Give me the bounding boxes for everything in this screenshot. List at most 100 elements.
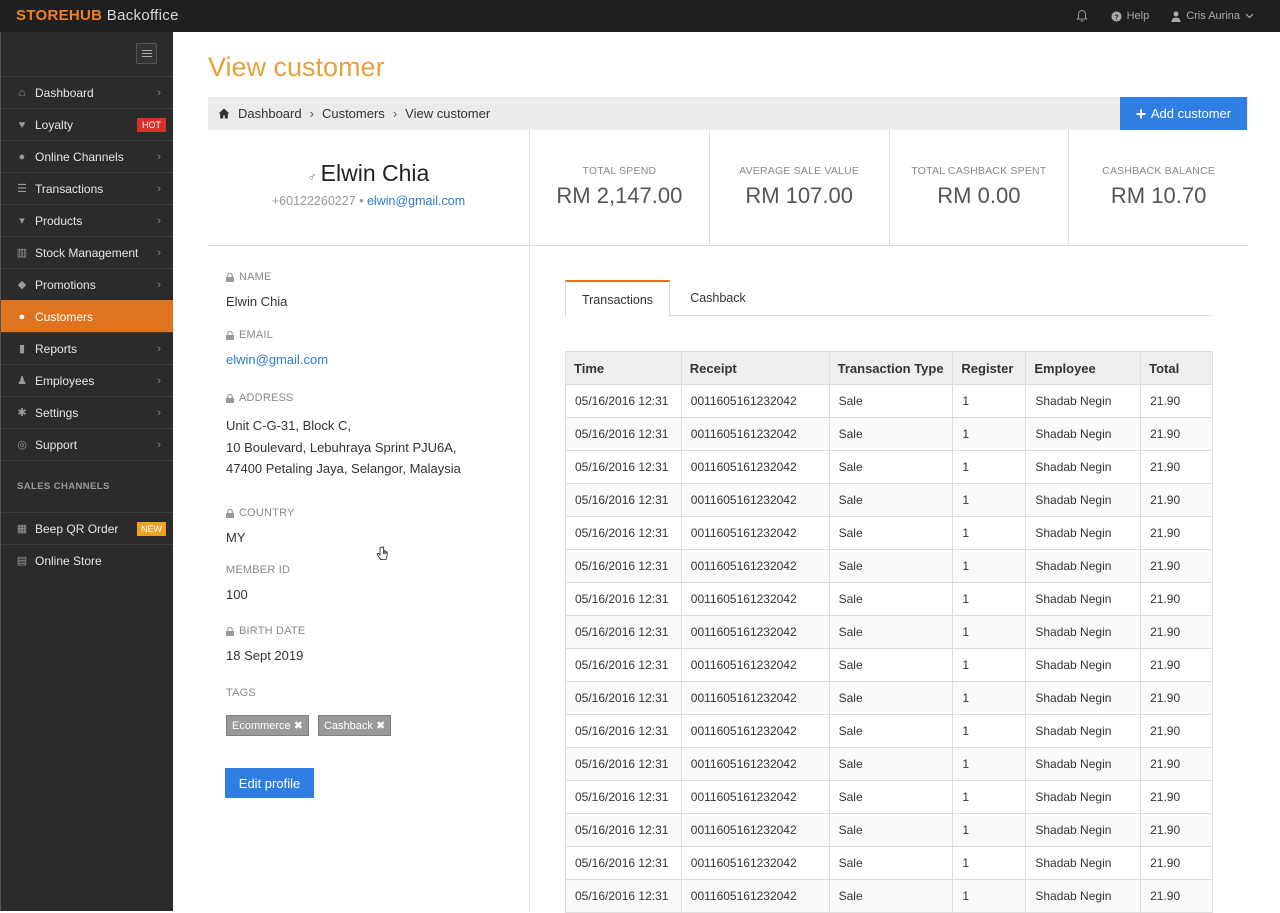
chevron-right-icon: › — [157, 407, 161, 419]
chevron-right-icon: › — [157, 343, 161, 355]
time-cell: 05/16/2016 12:31 — [565, 813, 682, 847]
table-row[interactable]: 05/16/2016 12:31 0011605161232042 Sale 1 Sha… — [565, 450, 1213, 484]
male-icon: ♂ — [307, 170, 317, 184]
sidebar-item-label: Online Channels — [35, 149, 124, 164]
receipt-cell: 0011605161232042 — [680, 846, 830, 880]
menu-toggle-button[interactable] — [136, 43, 157, 64]
notifications-button[interactable] — [1075, 9, 1089, 23]
sidebar-item-settings[interactable]: ✱ Settings › — [1, 396, 173, 428]
register-cell: 1 — [952, 615, 1027, 649]
column-header-transaction-type[interactable]: Transaction Type — [828, 351, 954, 385]
table-row[interactable]: 05/16/2016 12:31 0011605161232042 Sale 1 Sha… — [565, 615, 1213, 649]
sidebar-item-online-store[interactable]: ▤ Online Store — [1, 544, 173, 576]
brand-name: STOREHUB — [16, 7, 103, 24]
table-row[interactable]: 05/16/2016 12:31 0011605161232042 Sale 1 Sha… — [565, 384, 1213, 418]
column-header-employee[interactable]: Employee — [1025, 351, 1142, 385]
sidebar-item-employees[interactable]: ♟ Employees › — [1, 364, 173, 396]
sidebar-item-stock-management[interactable]: ▥ Stock Management › — [1, 236, 173, 268]
table-row[interactable]: 05/16/2016 12:31 0011605161232042 Sale 1 Sha… — [565, 780, 1213, 814]
sidebar-item-beep-qr-order[interactable]: ▦ Beep QR Order NEW — [1, 512, 173, 544]
chevron-right-icon: › — [157, 375, 161, 387]
total-cell: 21.90 — [1140, 450, 1213, 484]
sidebar-item-label: Loyalty — [35, 117, 74, 132]
breadcrumb: Dashboard › Customers › View customer — [218, 106, 490, 121]
lock-icon — [226, 626, 234, 636]
edit-profile-button[interactable]: Edit profile — [225, 768, 314, 798]
lifebuoy-icon: ◎ — [17, 438, 27, 451]
time-cell: 05/16/2016 12:31 — [565, 483, 682, 517]
sidebar-item-loyalty[interactable]: ♥ Loyalty HOT — [1, 108, 173, 140]
table-row[interactable]: 05/16/2016 12:31 0011605161232042 Sale 1 Sha… — [565, 879, 1213, 913]
brand-logo[interactable]: STOREHUB Backoffice — [16, 7, 179, 24]
stat-average-sale: AVERAGE SALE VALUE RM 107.00 — [710, 130, 890, 245]
table-row[interactable]: 05/16/2016 12:31 0011605161232042 Sale 1 Sha… — [565, 747, 1213, 781]
table-row[interactable]: 05/16/2016 12:31 0011605161232042 Sale 1 Sha… — [565, 549, 1213, 583]
gears-icon: ✱ — [17, 406, 27, 419]
register-cell: 1 — [952, 780, 1027, 814]
breadcrumb-dashboard[interactable]: Dashboard — [238, 106, 302, 121]
remove-tag-icon[interactable]: ✖ — [294, 720, 303, 732]
help-link[interactable]: ? Help — [1111, 10, 1149, 22]
column-header-receipt[interactable]: Receipt — [680, 351, 830, 385]
employee-cell: Shadab Negin — [1025, 483, 1142, 517]
sidebar-item-customers[interactable]: ● Customers — [1, 300, 173, 332]
column-header-time[interactable]: Time — [565, 351, 682, 385]
remove-tag-icon[interactable]: ✖ — [376, 720, 385, 732]
stat-label: AVERAGE SALE VALUE — [739, 165, 860, 177]
transaction-type-cell: Sale — [828, 681, 954, 715]
field-label: TAGS — [226, 687, 256, 699]
table-row[interactable]: 05/16/2016 12:31 0011605161232042 Sale 1 Sha… — [565, 483, 1213, 517]
total-cell: 21.90 — [1140, 483, 1213, 517]
register-cell: 1 — [952, 681, 1027, 715]
receipt-cell: 0011605161232042 — [680, 582, 830, 616]
barcode-icon: ▥ — [16, 246, 28, 259]
table-row[interactable]: 05/16/2016 12:31 0011605161232042 Sale 1 Sha… — [565, 417, 1213, 451]
field-label: NAME — [239, 271, 272, 283]
tag-ecommerce[interactable]: Ecommerce ✖ — [226, 715, 309, 736]
sidebar-item-promotions[interactable]: ◆ Promotions › — [1, 268, 173, 300]
register-cell: 1 — [952, 450, 1027, 484]
receipt-cell: 0011605161232042 — [680, 516, 830, 550]
column-header-total[interactable]: Total — [1140, 351, 1213, 385]
total-cell: 21.90 — [1140, 879, 1213, 913]
stat-value: RM 10.70 — [1110, 183, 1207, 208]
table-row[interactable]: 05/16/2016 12:31 0011605161232042 Sale 1 Sha… — [565, 846, 1213, 880]
receipt-cell: 0011605161232042 — [680, 879, 830, 913]
table-row[interactable]: 05/16/2016 12:31 0011605161232042 Sale 1 Sha… — [565, 648, 1213, 682]
sidebar-item-products[interactable]: ▾ Products › — [1, 204, 173, 236]
stat-label: TOTAL CASHBACK SPENT — [911, 165, 1047, 177]
bell-icon — [1075, 9, 1088, 22]
tab-cashback[interactable]: Cashback — [670, 280, 766, 316]
employee-cell: Shadab Negin — [1025, 747, 1142, 781]
add-customer-button[interactable]: Add customer — [1120, 97, 1247, 130]
sidebar-item-transactions[interactable]: ☰ Transactions › — [1, 172, 173, 204]
table-row[interactable]: 05/16/2016 12:31 0011605161232042 Sale 1 Sha… — [565, 813, 1213, 847]
transaction-type-cell: Sale — [828, 747, 954, 781]
transaction-type-cell: Sale — [828, 780, 954, 814]
column-header-register[interactable]: Register — [952, 351, 1027, 385]
user-menu[interactable]: Cris Aurina — [1171, 10, 1254, 22]
transaction-type-cell: Sale — [828, 615, 954, 649]
table-row[interactable]: 05/16/2016 12:31 0011605161232042 Sale 1 Sha… — [565, 582, 1213, 616]
sidebar-item-online-channels[interactable]: ● Online Channels › — [1, 140, 173, 172]
name-field: NAME Elwin Chia — [226, 271, 287, 313]
table-row[interactable]: 05/16/2016 12:31 0011605161232042 Sale 1 Sha… — [565, 681, 1213, 715]
sidebar-item-reports[interactable]: ▮ Reports › — [1, 332, 173, 364]
sidebar-item-dashboard[interactable]: ⌂ Dashboard › — [1, 76, 173, 108]
receipt-cell: 0011605161232042 — [680, 384, 830, 418]
sidebar-item-support[interactable]: ◎ Support › — [1, 428, 173, 460]
tag-cashback[interactable]: Cashback ✖ — [317, 715, 392, 736]
customer-email-link[interactable]: elwin@gmail.com — [367, 194, 465, 208]
employee-cell: Shadab Negin — [1025, 582, 1142, 616]
email-link[interactable]: elwin@gmail.com — [226, 352, 328, 367]
chevron-right-icon: › — [157, 183, 161, 195]
table-row[interactable]: 05/16/2016 12:31 0011605161232042 Sale 1 Sha… — [565, 714, 1213, 748]
table-row[interactable]: 05/16/2016 12:31 0011605161232042 Sale 1 Sha… — [565, 516, 1213, 550]
tab-transactions[interactable]: Transactions — [565, 280, 670, 317]
field-label: ADDRESS — [239, 392, 294, 404]
employee-cell: Shadab Negin — [1025, 615, 1142, 649]
register-cell: 1 — [952, 747, 1027, 781]
time-cell: 05/16/2016 12:31 — [565, 780, 682, 814]
transaction-type-cell: Sale — [828, 417, 954, 451]
breadcrumb-customers[interactable]: Customers — [322, 106, 385, 121]
